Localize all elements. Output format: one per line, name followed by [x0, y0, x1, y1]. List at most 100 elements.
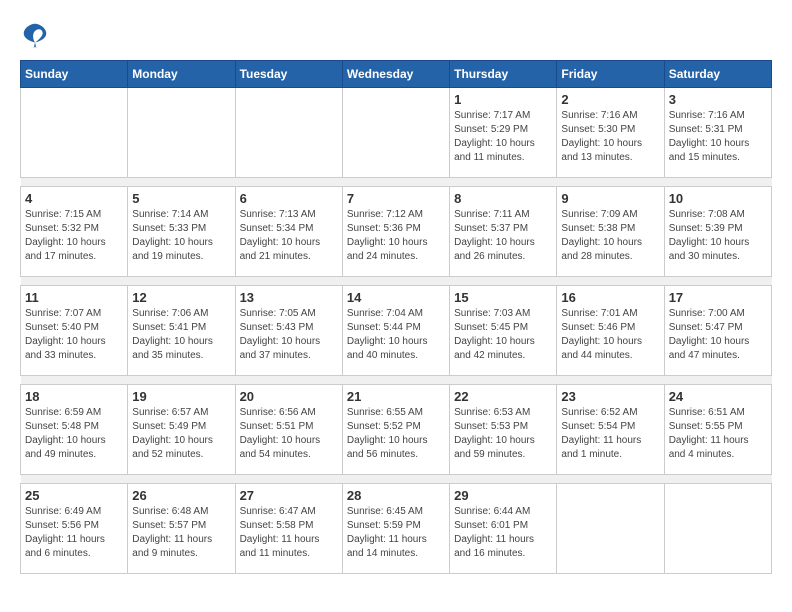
day-info: Sunrise: 7:13 AM Sunset: 5:34 PM Dayligh…	[240, 208, 338, 264]
day-number: 22	[454, 389, 552, 404]
day-info: Sunrise: 7:03 AM Sunset: 5:45 PM Dayligh…	[454, 307, 552, 363]
separator-cell	[342, 277, 449, 286]
separator-cell	[664, 178, 771, 187]
calendar-cell: 2Sunrise: 7:16 AM Sunset: 5:30 PM Daylig…	[557, 88, 664, 178]
day-info: Sunrise: 6:45 AM Sunset: 5:59 PM Dayligh…	[347, 505, 445, 561]
day-number: 21	[347, 389, 445, 404]
separator-cell	[128, 475, 235, 484]
calendar-cell: 29 Sunrise: 6:44 AM Sunset: 6:01 PM Dayli…	[450, 484, 557, 574]
calendar-cell	[557, 484, 664, 574]
separator-cell	[450, 277, 557, 286]
day-info: Sunrise: 7:07 AM Sunset: 5:40 PM Dayligh…	[25, 307, 123, 363]
header-row: SundayMondayTuesdayWednesdayThursdayFrid…	[21, 61, 772, 88]
day-info: Sunrise: 6:59 AM Sunset: 5:48 PM Dayligh…	[25, 406, 123, 462]
calendar-cell: 26Sunrise: 6:48 AM Sunset: 5:57 PM Dayli…	[128, 484, 235, 574]
day-number: 28	[347, 488, 445, 503]
calendar-cell: 24Sunrise: 6:51 AM Sunset: 5:55 PM Dayli…	[664, 385, 771, 475]
day-number: 17	[669, 290, 767, 305]
calendar-cell: 19 Sunrise: 6:57 AM Sunset: 5:49 PM Dayli…	[128, 385, 235, 475]
calendar-cell	[235, 88, 342, 178]
day-header-thursday: Thursday	[450, 61, 557, 88]
day-info: Sunrise: 6:48 AM Sunset: 5:57 PM Dayligh…	[132, 505, 230, 561]
day-number: 14	[347, 290, 445, 305]
day-info: Sunrise: 6:49 AM Sunset: 5:56 PM Dayligh…	[25, 505, 123, 561]
calendar-cell: 22 Sunrise: 6:53 AM Sunset: 5:53 PM Dayli…	[450, 385, 557, 475]
day-header-sunday: Sunday	[21, 61, 128, 88]
day-number: 4	[25, 191, 123, 206]
calendar-cell: 21 Sunrise: 6:55 AM Sunset: 5:52 PM Dayli…	[342, 385, 449, 475]
day-number: 20	[240, 389, 338, 404]
calendar-cell: 27Sunrise: 6:47 AM Sunset: 5:58 PM Dayli…	[235, 484, 342, 574]
calendar-cell: 9Sunrise: 7:09 AM Sunset: 5:38 PM Daylig…	[557, 187, 664, 277]
day-number: 15	[454, 290, 552, 305]
separator-cell	[235, 475, 342, 484]
day-info: Sunrise: 6:51 AM Sunset: 5:55 PM Dayligh…	[669, 406, 767, 462]
separator-cell	[342, 376, 449, 385]
day-info: Sunrise: 6:57 AM Sunset: 5:49 PM Dayligh…	[132, 406, 230, 462]
separator-cell	[557, 178, 664, 187]
day-number: 25	[25, 488, 123, 503]
calendar-cell: 17Sunrise: 7:00 AM Sunset: 5:47 PM Dayli…	[664, 286, 771, 376]
calendar-cell	[342, 88, 449, 178]
separator-cell	[450, 178, 557, 187]
day-info: Sunrise: 7:17 AM Sunset: 5:29 PM Dayligh…	[454, 109, 552, 165]
calendar-cell	[664, 484, 771, 574]
separator-cell	[235, 376, 342, 385]
day-info: Sunrise: 6:53 AM Sunset: 5:53 PM Dayligh…	[454, 406, 552, 462]
calendar-cell: 13Sunrise: 7:05 AM Sunset: 5:43 PM Dayli…	[235, 286, 342, 376]
separator-cell	[557, 277, 664, 286]
day-info: Sunrise: 6:47 AM Sunset: 5:58 PM Dayligh…	[240, 505, 338, 561]
calendar-cell: 8Sunrise: 7:11 AM Sunset: 5:37 PM Daylig…	[450, 187, 557, 277]
separator-cell	[342, 475, 449, 484]
day-info: Sunrise: 7:06 AM Sunset: 5:41 PM Dayligh…	[132, 307, 230, 363]
day-info: Sunrise: 6:55 AM Sunset: 5:52 PM Dayligh…	[347, 406, 445, 462]
calendar-cell: 12 Sunrise: 7:06 AM Sunset: 5:41 PM Dayli…	[128, 286, 235, 376]
day-info: Sunrise: 7:16 AM Sunset: 5:30 PM Dayligh…	[561, 109, 659, 165]
day-number: 7	[347, 191, 445, 206]
separator-cell	[664, 475, 771, 484]
day-header-wednesday: Wednesday	[342, 61, 449, 88]
separator-row	[21, 277, 772, 286]
calendar-cell: 14 Sunrise: 7:04 AM Sunset: 5:44 PM Dayli…	[342, 286, 449, 376]
day-number: 6	[240, 191, 338, 206]
day-number: 11	[25, 290, 123, 305]
separator-cell	[664, 376, 771, 385]
day-info: Sunrise: 7:04 AM Sunset: 5:44 PM Dayligh…	[347, 307, 445, 363]
calendar-cell: 10Sunrise: 7:08 AM Sunset: 5:39 PM Dayli…	[664, 187, 771, 277]
day-info: Sunrise: 6:44 AM Sunset: 6:01 PM Dayligh…	[454, 505, 552, 561]
day-header-monday: Monday	[128, 61, 235, 88]
calendar-cell: 11 Sunrise: 7:07 AM Sunset: 5:40 PM Dayli…	[21, 286, 128, 376]
calendar-cell	[128, 88, 235, 178]
day-number: 10	[669, 191, 767, 206]
day-number: 12	[132, 290, 230, 305]
day-info: Sunrise: 7:15 AM Sunset: 5:32 PM Dayligh…	[25, 208, 123, 264]
calendar-cell: 28 Sunrise: 6:45 AM Sunset: 5:59 PM Dayli…	[342, 484, 449, 574]
calendar-cell: 25 Sunrise: 6:49 AM Sunset: 5:56 PM Dayli…	[21, 484, 128, 574]
day-info: Sunrise: 6:56 AM Sunset: 5:51 PM Dayligh…	[240, 406, 338, 462]
day-number: 8	[454, 191, 552, 206]
separator-cell	[664, 277, 771, 286]
separator-cell	[128, 376, 235, 385]
calendar-cell: 23Sunrise: 6:52 AM Sunset: 5:54 PM Dayli…	[557, 385, 664, 475]
separator-cell	[342, 178, 449, 187]
separator-cell	[128, 277, 235, 286]
calendar-cell: 1 Sunrise: 7:17 AM Sunset: 5:29 PM Daylig…	[450, 88, 557, 178]
calendar-cell: 15 Sunrise: 7:03 AM Sunset: 5:45 PM Dayli…	[450, 286, 557, 376]
separator-cell	[21, 376, 128, 385]
day-info: Sunrise: 7:14 AM Sunset: 5:33 PM Dayligh…	[132, 208, 230, 264]
week-row-5: 25 Sunrise: 6:49 AM Sunset: 5:56 PM Dayli…	[21, 484, 772, 574]
logo	[20, 20, 54, 50]
separator-cell	[450, 475, 557, 484]
separator-cell	[235, 178, 342, 187]
day-number: 29	[454, 488, 552, 503]
day-header-tuesday: Tuesday	[235, 61, 342, 88]
calendar-cell: 4 Sunrise: 7:15 AM Sunset: 5:32 PM Daylig…	[21, 187, 128, 277]
day-info: Sunrise: 7:09 AM Sunset: 5:38 PM Dayligh…	[561, 208, 659, 264]
day-number: 1	[454, 92, 552, 107]
day-header-friday: Friday	[557, 61, 664, 88]
day-number: 19	[132, 389, 230, 404]
day-info: Sunrise: 6:52 AM Sunset: 5:54 PM Dayligh…	[561, 406, 659, 462]
calendar-cell	[21, 88, 128, 178]
week-row-3: 11 Sunrise: 7:07 AM Sunset: 5:40 PM Dayli…	[21, 286, 772, 376]
day-number: 13	[240, 290, 338, 305]
